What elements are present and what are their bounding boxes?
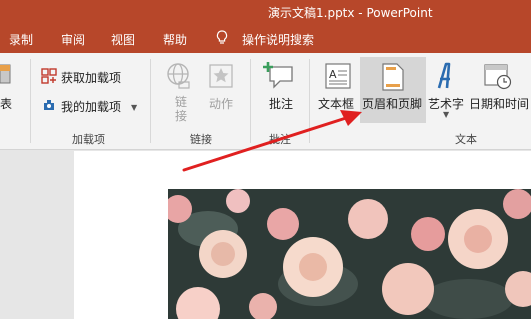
annotation-arrow bbox=[182, 110, 362, 172]
